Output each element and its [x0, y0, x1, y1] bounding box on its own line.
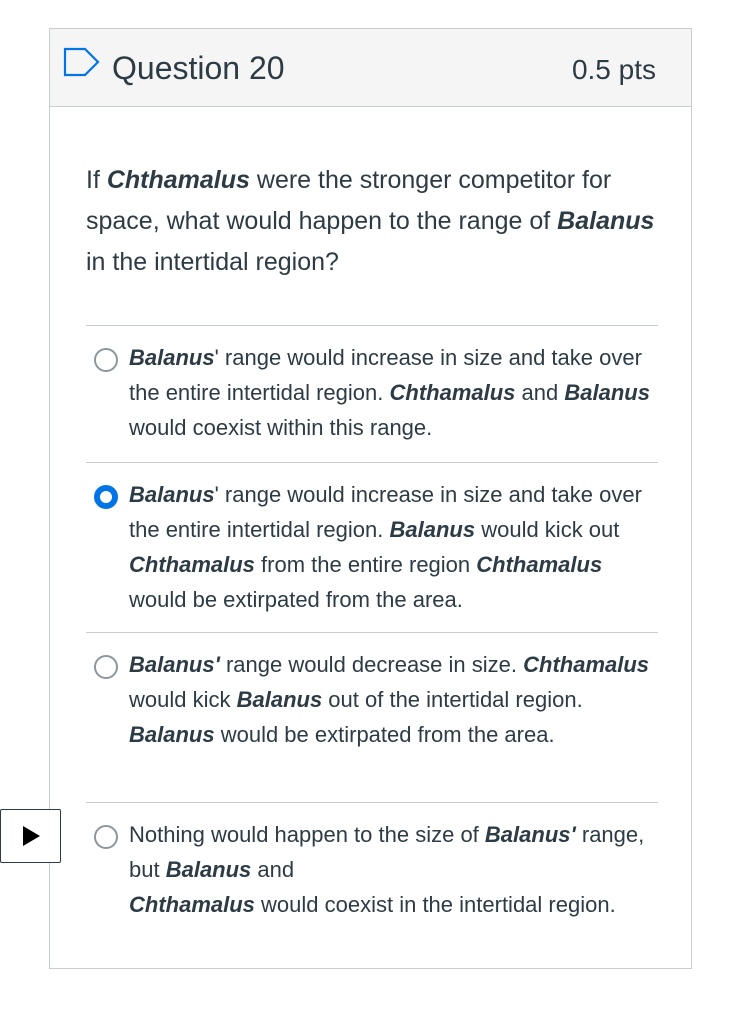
- answer-bold: Chthamalus: [476, 552, 603, 577]
- answer-part: from the entire region: [254, 552, 477, 577]
- answer-text[interactable]: Balanus' range would increase in size an…: [129, 477, 657, 617]
- answer-bold: Balanus': [129, 652, 220, 677]
- answer-part: would coexist within this range.: [129, 415, 433, 440]
- answer-bold: Chthamalus: [389, 380, 516, 405]
- answer-text[interactable]: Balanus' range would increase in size an…: [129, 340, 657, 445]
- answer-bold: Balanus: [389, 517, 476, 542]
- answer-part: and: [251, 857, 295, 882]
- answer-part: would kick out: [475, 517, 620, 542]
- answer-bold: Chthamalus: [523, 652, 650, 677]
- answer-option-4[interactable]: Nothing would happen to the size of Bala…: [86, 802, 658, 972]
- question-text-part: in the intertidal region?: [86, 248, 339, 276]
- play-icon: [23, 826, 40, 846]
- question-text-bold: Chthamalus: [106, 166, 250, 194]
- radio-button[interactable]: [94, 825, 118, 849]
- question-card: Question 20 0.5 pts If Chthamalus were t…: [49, 28, 692, 969]
- answer-option-2[interactable]: Balanus' range would increase in size an…: [86, 462, 658, 632]
- question-points: 0.5 pts: [571, 54, 656, 85]
- question-title: Question 20: [112, 50, 285, 86]
- answer-part: and: [515, 380, 565, 405]
- answer-bold: Chthamalus: [129, 892, 255, 917]
- answer-text[interactable]: Nothing would happen to the size of Bala…: [129, 817, 657, 922]
- answer-part: range would decrease in size.: [219, 652, 524, 677]
- answer-bold: Chthamalus: [129, 552, 255, 577]
- question-text-bold: Balanus: [557, 207, 655, 235]
- answer-bold: Balanus': [484, 822, 576, 847]
- answer-part: would be extirpated from the area.: [214, 722, 555, 747]
- flag-outline-icon[interactable]: [63, 47, 101, 77]
- answer-text[interactable]: Balanus' range would decrease in size. C…: [129, 647, 657, 752]
- answer-list: Balanus' range would increase in size an…: [86, 325, 658, 972]
- radio-button[interactable]: [94, 655, 118, 679]
- radio-button-selected[interactable]: [94, 485, 118, 509]
- question-header: Question 20 0.5 pts: [50, 29, 691, 107]
- answer-part: Nothing would happen to the size of: [129, 822, 485, 847]
- answer-part: would be extirpated from the area.: [129, 587, 463, 612]
- answer-option-1[interactable]: Balanus' range would increase in size an…: [86, 325, 658, 462]
- answer-part: would kick: [129, 687, 237, 712]
- radio-button[interactable]: [94, 348, 118, 372]
- answer-bold: Balanus: [129, 722, 215, 747]
- question-text-part: If: [86, 166, 107, 194]
- answer-part: would coexist in the intertidal region.: [254, 892, 616, 917]
- answer-bold: Balanus: [129, 345, 215, 370]
- answer-part: out of the intertidal region.: [322, 687, 583, 712]
- answer-bold: Balanus: [165, 857, 252, 882]
- answer-bold: Balanus: [564, 380, 650, 405]
- answer-bold: Balanus: [129, 482, 215, 507]
- answer-option-3[interactable]: Balanus' range would decrease in size. C…: [86, 632, 658, 802]
- play-button[interactable]: [0, 809, 61, 863]
- question-text: If Chthamalus were the stronger competit…: [86, 160, 661, 283]
- answer-bold: Balanus: [236, 687, 323, 712]
